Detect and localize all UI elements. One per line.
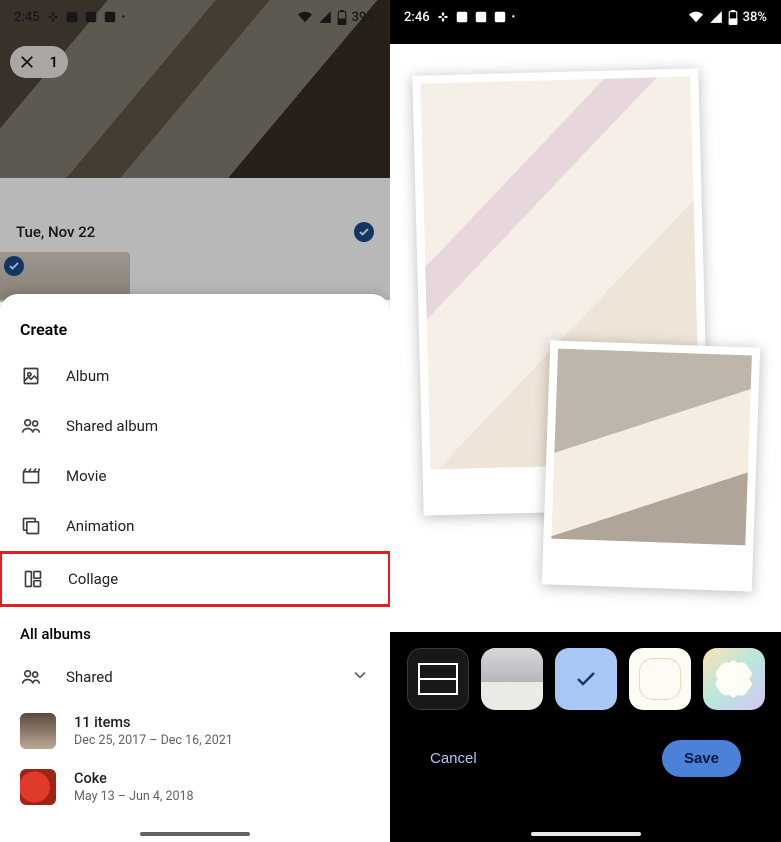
album-row-1[interactable]: 11 items Dec 25, 2017 – Dec 16, 2021 [0,703,390,759]
all-albums-title: All albums [0,607,390,651]
menu-item-label: Collage [68,570,118,588]
album-icon [20,365,42,387]
template-grid[interactable] [407,648,469,710]
battery-percent: 38% [743,10,767,25]
scrim [0,0,390,300]
template-minimal[interactable] [481,648,543,710]
album-title: 11 items [74,714,233,731]
animation-icon [20,515,42,537]
menu-item-label: Animation [66,517,134,535]
app-icon [474,10,488,24]
create-bottom-sheet: Create Album Shared album Movie [0,294,390,842]
battery-icon [728,10,738,25]
screen-collage-editor: 2:46 • 38% [390,0,781,842]
album-thumbnail [20,769,56,805]
cancel-button[interactable]: Cancel [430,750,477,767]
status-time: 2:46 [404,10,430,25]
collage-canvas[interactable] [390,44,781,632]
status-notification-icons: • [436,10,516,24]
messenger-icon [455,10,469,24]
menu-item-shared[interactable]: Shared [0,651,390,703]
menu-item-label: Shared album [66,417,158,435]
shared-album-icon [20,415,42,437]
home-indicator[interactable] [531,832,641,836]
chevron-down-icon [350,665,370,689]
save-button[interactable]: Save [662,740,741,777]
home-indicator[interactable] [140,832,250,836]
slack-icon [436,10,450,24]
menu-item-label: Shared [66,668,113,686]
menu-item-album[interactable]: Album [0,351,390,401]
screen-photo-select: 2:45 • 39% 1 Tue, Nov 22 [0,0,390,842]
album-subtitle: Dec 25, 2017 – Dec 16, 2021 [74,733,233,748]
shared-icon [20,666,42,688]
menu-item-shared-album[interactable]: Shared album [0,401,390,451]
template-strip [402,648,769,710]
album-title: Coke [74,770,194,787]
menu-item-movie[interactable]: Movie [0,451,390,501]
template-rounded[interactable] [629,648,691,710]
collage-icon [22,568,44,590]
album-row-2[interactable]: Coke May 13 – Jun 4, 2018 [0,759,390,815]
action-row: Cancel Save [402,710,769,777]
album-subtitle: May 13 – Jun 4, 2018 [74,789,194,804]
editor-bottom-bar: Cancel Save [390,632,781,842]
movie-icon [20,465,42,487]
menu-item-label: Movie [66,467,106,485]
template-flower[interactable] [703,648,765,710]
signal-icon [709,10,723,24]
more-notifications-dot: • [512,12,516,23]
sheet-title: Create [0,316,390,351]
wifi-icon [688,10,704,24]
menu-item-label: Album [66,367,109,385]
messenger-icon-2 [493,10,507,24]
menu-item-collage[interactable]: Collage [0,551,390,607]
album-thumbnail [20,713,56,749]
collage-photo-2[interactable] [542,340,760,591]
menu-item-animation[interactable]: Animation [0,501,390,551]
check-icon [574,667,598,691]
status-bar: 2:46 • 38% [390,0,781,30]
template-polaroid-selected[interactable] [555,648,617,710]
